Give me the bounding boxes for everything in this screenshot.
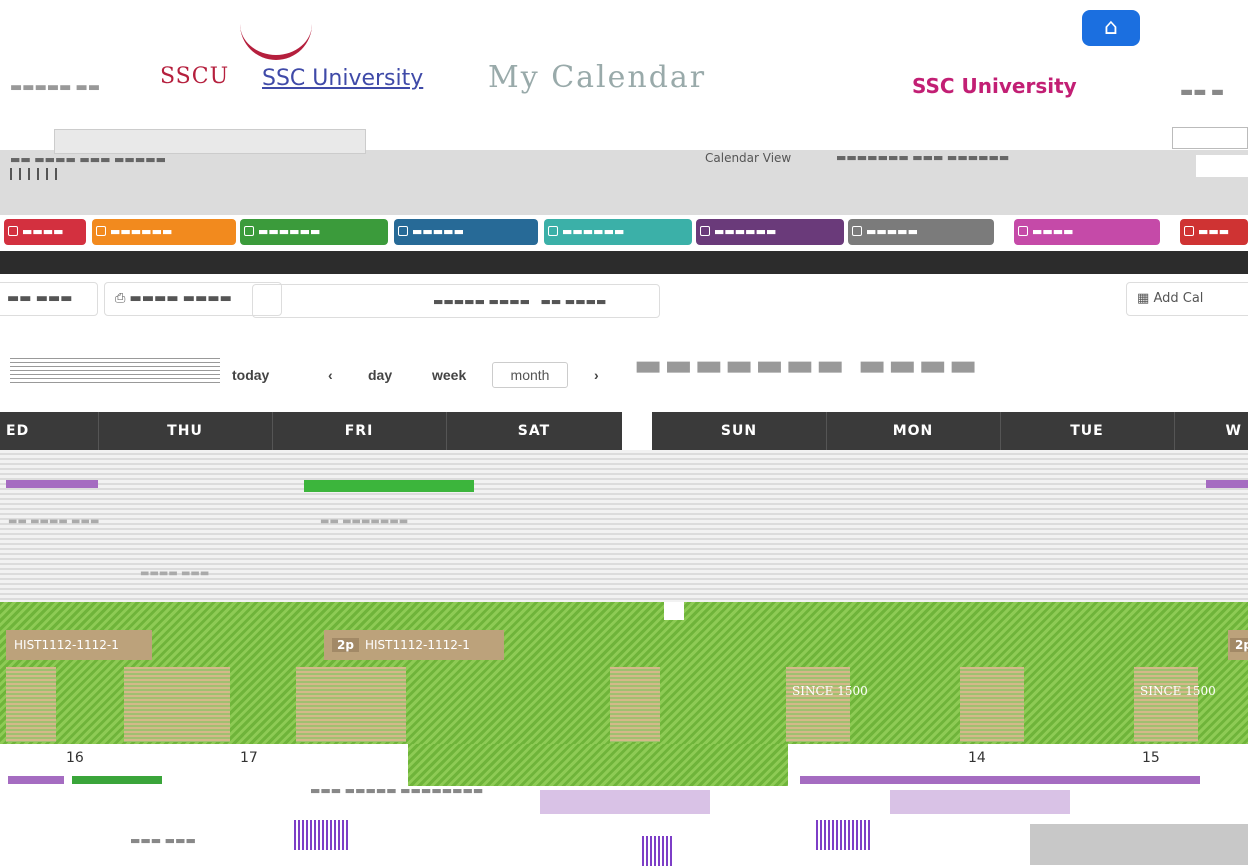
event-block[interactable] bbox=[610, 667, 660, 742]
day-of-week-header: SUN bbox=[720, 423, 758, 439]
category-tag[interactable]: ▬▬▬▬▬ bbox=[394, 219, 538, 245]
header-menu-link[interactable]: ▬▬ ▬ bbox=[1180, 84, 1224, 100]
event-block[interactable] bbox=[960, 667, 1024, 742]
day-number[interactable]: 14 bbox=[968, 750, 986, 766]
calendar-week: 16 17 13 14 15 ▬▬▬ ▬▬▬▬▬ ▬▬▬▬▬▬▬▬ ▬▬▬ ▬▬… bbox=[0, 744, 1248, 866]
toolbar-bars bbox=[10, 165, 64, 184]
calendar-event[interactable]: 2p HIST1112-1112-1 bbox=[324, 630, 504, 660]
nav-left-controls[interactable] bbox=[10, 358, 220, 384]
event-note[interactable]: SINCE 1500 bbox=[1140, 684, 1216, 698]
day-of-week-header: TUE bbox=[1070, 423, 1104, 439]
site-header: SSCU SSC University My Calendar ▬▬▬▬▬ ▬▬… bbox=[0, 0, 1248, 125]
filter-toolbar: ▬▬ ▬▬▬▬ ▬▬▬ ▬▬▬▬▬ Calendar View ▬▬▬▬▬▬▬ … bbox=[0, 125, 1248, 215]
search-input[interactable]: ▬▬▬▬▬ ▬▬▬▬ ▬▬ ▬▬▬▬ bbox=[252, 284, 660, 318]
divider-bar bbox=[0, 251, 1248, 274]
breadcrumb[interactable]: ▬▬▬▬▬ ▬▬ bbox=[10, 80, 100, 95]
checkbox-icon[interactable] bbox=[1018, 226, 1028, 236]
event-bar[interactable] bbox=[800, 776, 1200, 784]
day-number[interactable]: 16 bbox=[66, 750, 84, 766]
today-button[interactable]: today bbox=[226, 362, 276, 388]
checkbox-icon[interactable] bbox=[700, 226, 710, 236]
category-tag[interactable]: ▬▬▬▬▬▬ bbox=[544, 219, 692, 245]
toolbar-search-input[interactable] bbox=[1172, 127, 1248, 149]
bank-icon[interactable]: ⌂ bbox=[1082, 10, 1140, 46]
category-tag[interactable]: ▬▬▬ bbox=[1180, 219, 1248, 245]
day-of-week-header: SAT bbox=[517, 423, 551, 439]
page-title: My Calendar bbox=[488, 60, 707, 95]
event-text[interactable]: ▬▬ ▬▬▬▬ ▬▬▬ bbox=[8, 516, 99, 527]
event-block[interactable] bbox=[1134, 667, 1198, 742]
event-text[interactable]: ▬▬▬▬ ▬▬▬ bbox=[140, 568, 209, 579]
print-icon: ⎙ bbox=[115, 291, 126, 306]
checkbox-icon[interactable] bbox=[96, 226, 106, 236]
event-bar[interactable] bbox=[304, 480, 474, 492]
week-view-button[interactable]: week bbox=[426, 362, 473, 388]
toolbar-tab[interactable] bbox=[54, 129, 366, 154]
checkbox-icon[interactable] bbox=[398, 226, 408, 236]
event-block[interactable] bbox=[786, 667, 850, 742]
toolbar-right-box[interactable] bbox=[1196, 155, 1248, 177]
event-block[interactable] bbox=[296, 667, 406, 742]
calendar-event[interactable]: 2p bbox=[1228, 630, 1248, 660]
day-of-week-header: W bbox=[1225, 423, 1242, 439]
month-view-button[interactable]: month bbox=[492, 362, 568, 388]
university-logo-text[interactable]: SSC University bbox=[262, 66, 423, 91]
day-number[interactable]: 13 bbox=[794, 750, 812, 766]
calendar-week: HIST1112-1112-1 2p HIST1112-1112-1 2p SIN… bbox=[0, 602, 1248, 744]
event-text[interactable]: ▬▬▬ ▬▬▬ bbox=[130, 834, 196, 847]
event-bar[interactable] bbox=[1206, 480, 1248, 488]
event-block[interactable] bbox=[6, 667, 56, 742]
day-number[interactable]: 17 bbox=[240, 750, 258, 766]
options-row: ▬▬ ▬▬▬ ⎙ ▬▬▬▬ ▬▬▬▬ ▬▬▬▬▬ ▬▬▬▬ ▬▬ ▬▬▬▬ ▦ … bbox=[0, 274, 1248, 332]
checkbox-icon[interactable] bbox=[244, 226, 254, 236]
category-tag[interactable]: ▬▬▬▬ bbox=[4, 219, 86, 245]
day-of-week-header: FRI bbox=[344, 423, 374, 439]
category-tag[interactable]: ▬▬▬▬ bbox=[1014, 219, 1160, 245]
scroll-area[interactable] bbox=[1030, 824, 1248, 865]
checkbox-icon[interactable] bbox=[1184, 226, 1194, 236]
event-note[interactable]: SINCE 1500 bbox=[792, 684, 868, 698]
next-button[interactable]: › bbox=[588, 362, 605, 388]
checkbox-icon[interactable] bbox=[548, 226, 558, 236]
prev-button[interactable]: ‹ bbox=[322, 362, 339, 388]
category-tag[interactable]: ▬▬▬▬▬▬ bbox=[92, 219, 236, 245]
feeds-button[interactable]: ▬▬ ▬▬▬ bbox=[0, 282, 98, 316]
category-tag[interactable]: ▬▬▬▬▬▬ bbox=[240, 219, 388, 245]
day-of-week-header: MON bbox=[892, 423, 934, 439]
category-tag[interactable]: ▬▬▬▬▬▬ bbox=[696, 219, 844, 245]
left-logo: SSCU bbox=[160, 64, 230, 89]
event-bar[interactable] bbox=[8, 776, 64, 784]
day-of-week-header: THU bbox=[167, 423, 203, 439]
calendar-event[interactable] bbox=[540, 790, 710, 814]
day-of-week-header: ED bbox=[6, 423, 30, 439]
event-bar[interactable] bbox=[6, 480, 98, 488]
event-text[interactable]: ▬▬▬ ▬▬▬▬▬ ▬▬▬▬▬▬▬▬ bbox=[310, 784, 483, 797]
event-block[interactable] bbox=[124, 667, 230, 742]
checkbox-icon[interactable] bbox=[852, 226, 862, 236]
calendar-event[interactable]: HIST1112-1112-1 bbox=[6, 630, 152, 660]
day-view-button[interactable]: day bbox=[362, 362, 399, 388]
calendar-event[interactable] bbox=[890, 790, 1070, 814]
event-bar[interactable] bbox=[72, 776, 162, 784]
right-university-name: SSC University bbox=[912, 74, 1077, 98]
toolbar-options[interactable]: ▬▬▬▬▬▬▬ ▬▬▬ ▬▬▬▬▬▬ bbox=[836, 151, 1009, 164]
calendar-week: ▬▬ ▬▬▬▬ ▬▬▬ ▬▬ ▬▬▬▬▬▬▬ ▬▬▬▬ ▬▬▬ bbox=[0, 450, 1248, 602]
day-number[interactable]: 15 bbox=[1142, 750, 1160, 766]
checkbox-icon[interactable] bbox=[8, 226, 18, 236]
calendar-nav: today ‹ day week month › ▬▬▬▬▬▬▬ ▬▬▬▬ bbox=[0, 332, 1248, 412]
calendar-view-label[interactable]: Calendar View bbox=[705, 151, 791, 165]
add-calendar-button[interactable]: ▦ Add Cal bbox=[1126, 282, 1248, 316]
university-seal-icon bbox=[240, 18, 312, 60]
category-tags: ▬▬▬▬ ▬▬▬▬▬▬ ▬▬▬▬▬▬ ▬▬▬▬▬ ▬▬▬▬▬▬ ▬▬▬▬▬▬ ▬… bbox=[0, 215, 1248, 251]
month-title: ▬▬▬▬▬▬▬ ▬▬▬▬ bbox=[634, 348, 980, 383]
event-text[interactable]: ▬▬ ▬▬▬▬▬▬▬ bbox=[320, 516, 408, 527]
category-tag[interactable]: ▬▬▬▬▬ bbox=[848, 219, 994, 245]
calendar-icon: ▦ bbox=[1137, 291, 1150, 306]
